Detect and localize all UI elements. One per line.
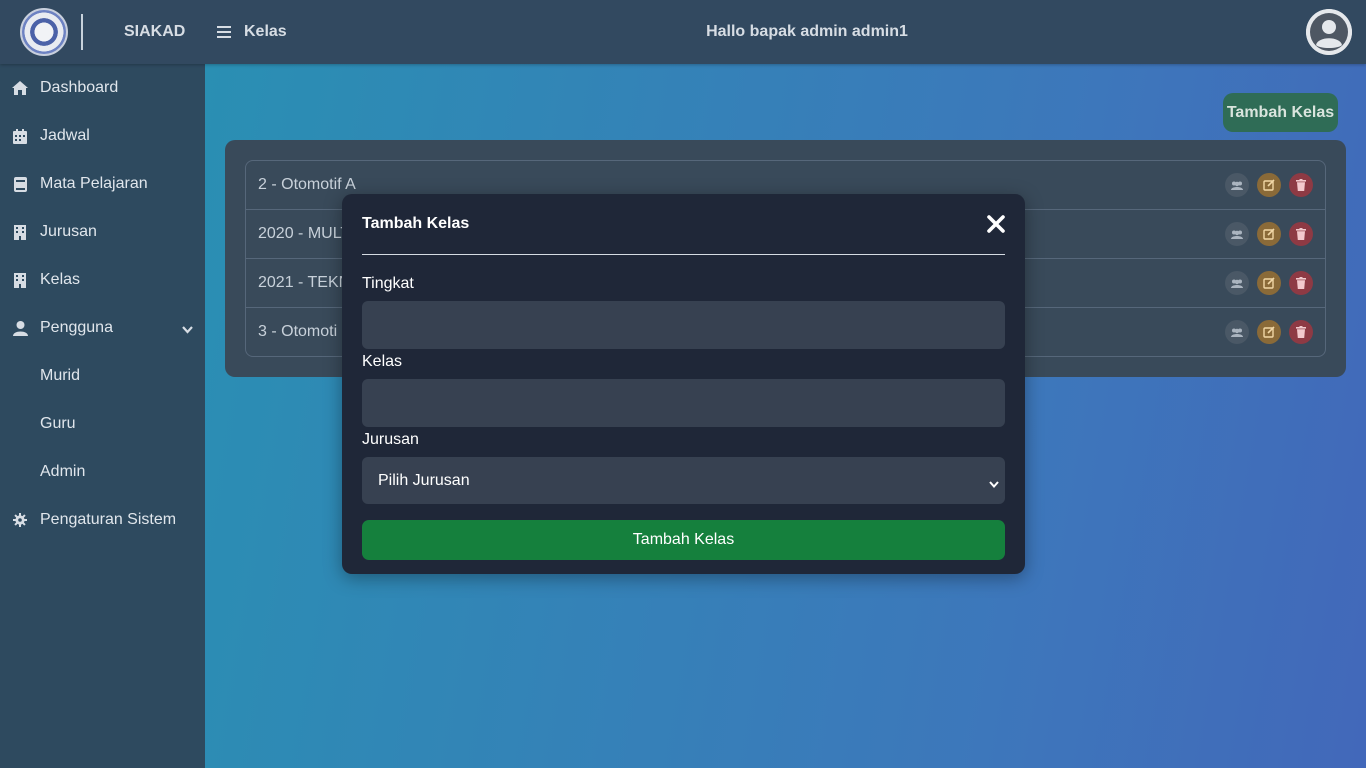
members-icon[interactable] [1225, 173, 1249, 197]
chevron-down-icon [989, 475, 999, 493]
sidebar-item-pengguna[interactable]: Pengguna [0, 304, 205, 352]
top-bar: SIAKAD Kelas Hallo bapak admin admin1 [0, 0, 1366, 64]
sidebar-item-label: Kelas [40, 271, 81, 288]
edit-icon[interactable] [1257, 271, 1281, 295]
row-actions [1225, 320, 1313, 344]
jurusan-selected-value: Pilih Jurusan [378, 471, 470, 489]
tingkat-label: Tingkat [362, 275, 414, 292]
row-actions [1225, 222, 1313, 246]
sidebar-item-label: Jadwal [40, 127, 90, 144]
sidebar-item-jurusan[interactable]: Jurusan [0, 208, 205, 256]
members-icon[interactable] [1225, 222, 1249, 246]
calendar-icon [0, 128, 40, 144]
sidebar-item-label: Murid [40, 367, 81, 384]
sidebar-item-label: Mata Pelajaran [40, 175, 148, 192]
edit-icon[interactable] [1257, 320, 1281, 344]
sidebar-item-label: Dashboard [40, 79, 119, 96]
app-name: SIAKAD [124, 23, 186, 40]
chevron-down-icon[interactable] [182, 321, 193, 339]
building-icon [0, 272, 40, 288]
user-icon [0, 320, 40, 336]
sidebar-item-label: Jurusan [40, 223, 97, 240]
trash-icon[interactable] [1289, 222, 1313, 246]
sidebar-item-admin[interactable]: Admin [0, 448, 205, 496]
sidebar-item-label: Guru [40, 415, 76, 432]
edit-icon[interactable] [1257, 173, 1281, 197]
kelas-name: 2020 - MULT [258, 225, 351, 242]
school-logo [20, 8, 68, 56]
sidebar-item-guru[interactable]: Guru [0, 400, 205, 448]
sidebar-item-murid[interactable]: Murid [0, 352, 205, 400]
kelas-name: 2021 - TEKN [258, 274, 351, 291]
members-icon[interactable] [1225, 320, 1249, 344]
sidebar-item-label: Pengguna [40, 319, 113, 336]
trash-icon[interactable] [1289, 320, 1313, 344]
brand: SIAKAD [0, 0, 205, 64]
sidebar-item-label: Pengaturan Sistem [40, 511, 177, 528]
trash-icon[interactable] [1289, 173, 1313, 197]
add-kelas-button[interactable]: Tambah Kelas [1223, 93, 1338, 132]
row-actions [1225, 173, 1313, 197]
sidebar-item-kelas[interactable]: Kelas [0, 256, 205, 304]
home-icon [0, 81, 40, 95]
modal-title: Tambah Kelas [362, 215, 470, 232]
kelas-name: 2 - Otomotif A [258, 176, 356, 193]
user-avatar-icon[interactable] [1306, 9, 1352, 55]
sidebar-item-jadwal[interactable]: Jadwal [0, 112, 205, 160]
sidebar-item-dashboard[interactable]: Dashboard [0, 64, 205, 112]
book-icon [0, 176, 40, 192]
menu-toggle-button[interactable]: Kelas [217, 23, 287, 41]
tambah-kelas-modal: Tambah Kelas Tingkat Kelas Jurusan Pilih… [342, 194, 1025, 574]
sidebar: Dashboard Jadwal Mata Pelajaran Jurusan … [0, 64, 205, 768]
submit-tambah-kelas-button[interactable]: Tambah Kelas [362, 520, 1005, 560]
kelas-name: 3 - Otomoti [258, 323, 338, 340]
kelas-input[interactable] [362, 379, 1005, 427]
sidebar-item-pengaturan-sistem[interactable]: Pengaturan Sistem [0, 496, 205, 544]
page-title: Kelas [244, 23, 287, 40]
row-actions [1225, 271, 1313, 295]
building-icon [0, 224, 40, 240]
members-icon[interactable] [1225, 271, 1249, 295]
hamburger-icon[interactable] [217, 26, 231, 38]
trash-icon[interactable] [1289, 271, 1313, 295]
edit-icon[interactable] [1257, 222, 1281, 246]
jurusan-label: Jurusan [362, 431, 419, 448]
kelas-label: Kelas [362, 353, 403, 370]
sidebar-item-mata-pelajaran[interactable]: Mata Pelajaran [0, 160, 205, 208]
modal-header: Tambah Kelas [362, 194, 1005, 255]
sidebar-item-label: Admin [40, 463, 86, 480]
jurusan-select[interactable]: Pilih Jurusan [362, 457, 1005, 504]
gear-icon [0, 513, 40, 527]
close-icon[interactable] [987, 215, 1005, 233]
brand-divider [81, 14, 83, 50]
tingkat-input[interactable] [362, 301, 1005, 349]
